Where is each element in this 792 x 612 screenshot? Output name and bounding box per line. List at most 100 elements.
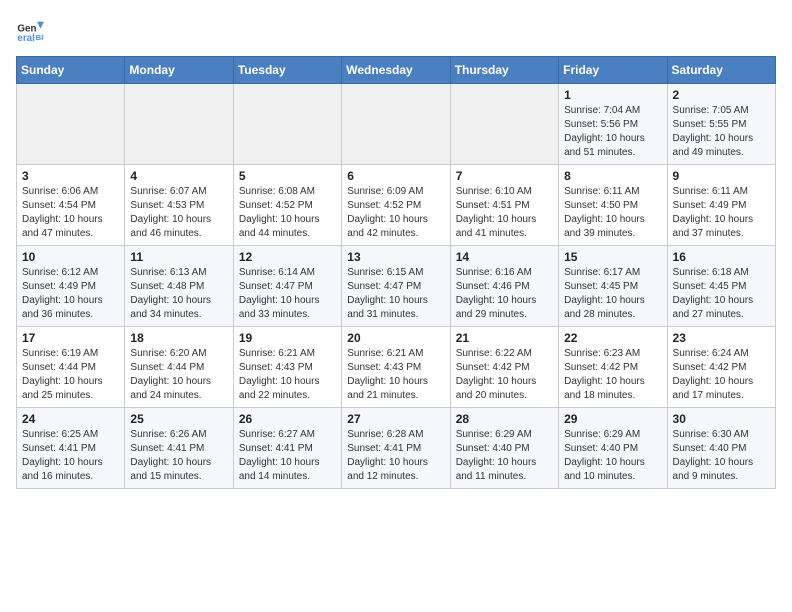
logo: Gen eral Blue <box>16 16 48 44</box>
day-number: 2 <box>673 88 770 102</box>
day-info: Sunrise: 6:24 AM Sunset: 4:42 PM Dayligh… <box>673 347 770 403</box>
day-info: Sunrise: 6:21 AM Sunset: 4:43 PM Dayligh… <box>347 347 444 403</box>
week-row-1: 1 Sunrise: 7:04 AM Sunset: 5:56 PM Daylig… <box>17 84 776 165</box>
calendar-cell: 30 Sunrise: 6:30 AM Sunset: 4:40 PM Dayli… <box>667 408 775 489</box>
day-number: 6 <box>347 169 444 183</box>
calendar-cell: 2 Sunrise: 7:05 AM Sunset: 5:55 PM Daylig… <box>667 84 775 165</box>
day-number: 24 <box>22 412 119 426</box>
calendar-cell: 27 Sunrise: 6:28 AM Sunset: 4:41 PM Dayli… <box>342 408 450 489</box>
calendar-cell: 15Sunrise: 6:17 AM Sunset: 4:45 PM Dayli… <box>559 246 667 327</box>
header: Gen eral Blue <box>16 16 776 44</box>
day-number: 29 <box>564 412 661 426</box>
day-info: Sunrise: 6:26 AM Sunset: 4:41 PM Dayligh… <box>130 428 227 484</box>
day-info: Sunrise: 6:14 AM Sunset: 4:47 PM Dayligh… <box>239 266 336 322</box>
day-info: Sunrise: 6:30 AM Sunset: 4:40 PM Dayligh… <box>673 428 770 484</box>
weekday-header-monday: Monday <box>125 57 233 84</box>
day-number: 21 <box>456 331 553 345</box>
day-info: Sunrise: 6:21 AM Sunset: 4:43 PM Dayligh… <box>239 347 336 403</box>
calendar-cell: 5 Sunrise: 6:08 AM Sunset: 4:52 PM Daylig… <box>233 165 341 246</box>
day-info: Sunrise: 6:09 AM Sunset: 4:52 PM Dayligh… <box>347 185 444 241</box>
calendar-cell: 24 Sunrise: 6:25 AM Sunset: 4:41 PM Dayli… <box>17 408 125 489</box>
calendar-cell: 21 Sunrise: 6:22 AM Sunset: 4:42 PM Dayli… <box>450 327 558 408</box>
calendar-cell: 9Sunrise: 6:11 AM Sunset: 4:49 PM Daylig… <box>667 165 775 246</box>
day-info: Sunrise: 6:23 AM Sunset: 4:42 PM Dayligh… <box>564 347 661 403</box>
day-number: 27 <box>347 412 444 426</box>
calendar-cell: 26 Sunrise: 6:27 AM Sunset: 4:41 PM Dayli… <box>233 408 341 489</box>
day-info: Sunrise: 6:11 AM Sunset: 4:50 PM Dayligh… <box>564 185 661 241</box>
calendar-header-row: SundayMondayTuesdayWednesdayThursdayFrid… <box>17 57 776 84</box>
calendar-cell: 4 Sunrise: 6:07 AM Sunset: 4:53 PM Daylig… <box>125 165 233 246</box>
calendar-cell: 16 Sunrise: 6:18 AM Sunset: 4:45 PM Dayli… <box>667 246 775 327</box>
calendar-cell <box>450 84 558 165</box>
day-info: Sunrise: 6:10 AM Sunset: 4:51 PM Dayligh… <box>456 185 553 241</box>
calendar-cell: 18Sunrise: 6:20 AM Sunset: 4:44 PM Dayli… <box>125 327 233 408</box>
calendar-cell <box>17 84 125 165</box>
weekday-header-tuesday: Tuesday <box>233 57 341 84</box>
day-number: 10 <box>22 250 119 264</box>
calendar-cell <box>342 84 450 165</box>
day-info: Sunrise: 6:20 AM Sunset: 4:44 PM Dayligh… <box>130 347 227 403</box>
calendar-cell: 1 Sunrise: 7:04 AM Sunset: 5:56 PM Daylig… <box>559 84 667 165</box>
calendar-cell: 10Sunrise: 6:12 AM Sunset: 4:49 PM Dayli… <box>17 246 125 327</box>
day-number: 4 <box>130 169 227 183</box>
calendar-cell: 8 Sunrise: 6:11 AM Sunset: 4:50 PM Daylig… <box>559 165 667 246</box>
day-info: Sunrise: 7:04 AM Sunset: 5:56 PM Dayligh… <box>564 104 661 160</box>
day-info: Sunrise: 6:06 AM Sunset: 4:54 PM Dayligh… <box>22 185 119 241</box>
day-number: 17 <box>22 331 119 345</box>
calendar-cell: 13Sunrise: 6:15 AM Sunset: 4:47 PM Dayli… <box>342 246 450 327</box>
day-number: 19 <box>239 331 336 345</box>
day-number: 20 <box>347 331 444 345</box>
day-number: 8 <box>564 169 661 183</box>
calendar-cell: 7 Sunrise: 6:10 AM Sunset: 4:51 PM Daylig… <box>450 165 558 246</box>
calendar-cell: 20 Sunrise: 6:21 AM Sunset: 4:43 PM Dayli… <box>342 327 450 408</box>
calendar-cell <box>125 84 233 165</box>
day-info: Sunrise: 6:29 AM Sunset: 4:40 PM Dayligh… <box>456 428 553 484</box>
week-row-4: 17 Sunrise: 6:19 AM Sunset: 4:44 PM Dayli… <box>17 327 776 408</box>
svg-text:Blue: Blue <box>36 33 44 42</box>
day-number: 7 <box>456 169 553 183</box>
calendar-cell: 19 Sunrise: 6:21 AM Sunset: 4:43 PM Dayli… <box>233 327 341 408</box>
day-info: Sunrise: 6:16 AM Sunset: 4:46 PM Dayligh… <box>456 266 553 322</box>
logo-icon: Gen eral Blue <box>16 16 44 44</box>
calendar-cell: 29 Sunrise: 6:29 AM Sunset: 4:40 PM Dayli… <box>559 408 667 489</box>
week-row-2: 3 Sunrise: 6:06 AM Sunset: 4:54 PM Daylig… <box>17 165 776 246</box>
day-info: Sunrise: 6:28 AM Sunset: 4:41 PM Dayligh… <box>347 428 444 484</box>
calendar-cell: 14 Sunrise: 6:16 AM Sunset: 4:46 PM Dayli… <box>450 246 558 327</box>
calendar-cell: 3 Sunrise: 6:06 AM Sunset: 4:54 PM Daylig… <box>17 165 125 246</box>
day-info: Sunrise: 6:18 AM Sunset: 4:45 PM Dayligh… <box>673 266 770 322</box>
day-info: Sunrise: 6:22 AM Sunset: 4:42 PM Dayligh… <box>456 347 553 403</box>
calendar-cell: 6 Sunrise: 6:09 AM Sunset: 4:52 PM Daylig… <box>342 165 450 246</box>
calendar-cell: 23Sunrise: 6:24 AM Sunset: 4:42 PM Dayli… <box>667 327 775 408</box>
day-number: 1 <box>564 88 661 102</box>
day-info: Sunrise: 6:25 AM Sunset: 4:41 PM Dayligh… <box>22 428 119 484</box>
calendar-cell: 12Sunrise: 6:14 AM Sunset: 4:47 PM Dayli… <box>233 246 341 327</box>
calendar-body: 1 Sunrise: 7:04 AM Sunset: 5:56 PM Daylig… <box>17 84 776 489</box>
svg-text:eral: eral <box>17 33 35 44</box>
calendar-cell: 28 Sunrise: 6:29 AM Sunset: 4:40 PM Dayli… <box>450 408 558 489</box>
day-number: 14 <box>456 250 553 264</box>
day-number: 5 <box>239 169 336 183</box>
calendar-cell: 11 Sunrise: 6:13 AM Sunset: 4:48 PM Dayli… <box>125 246 233 327</box>
day-number: 11 <box>130 250 227 264</box>
calendar-cell: 17 Sunrise: 6:19 AM Sunset: 4:44 PM Dayli… <box>17 327 125 408</box>
calendar-cell <box>233 84 341 165</box>
day-info: Sunrise: 6:19 AM Sunset: 4:44 PM Dayligh… <box>22 347 119 403</box>
day-info: Sunrise: 6:17 AM Sunset: 4:45 PM Dayligh… <box>564 266 661 322</box>
calendar: SundayMondayTuesdayWednesdayThursdayFrid… <box>16 56 776 489</box>
day-number: 3 <box>22 169 119 183</box>
day-number: 28 <box>456 412 553 426</box>
day-number: 9 <box>673 169 770 183</box>
day-info: Sunrise: 6:27 AM Sunset: 4:41 PM Dayligh… <box>239 428 336 484</box>
day-number: 22 <box>564 331 661 345</box>
day-info: Sunrise: 6:07 AM Sunset: 4:53 PM Dayligh… <box>130 185 227 241</box>
week-row-3: 10Sunrise: 6:12 AM Sunset: 4:49 PM Dayli… <box>17 246 776 327</box>
weekday-header-saturday: Saturday <box>667 57 775 84</box>
day-number: 16 <box>673 250 770 264</box>
day-info: Sunrise: 6:08 AM Sunset: 4:52 PM Dayligh… <box>239 185 336 241</box>
day-number: 30 <box>673 412 770 426</box>
day-number: 26 <box>239 412 336 426</box>
day-info: Sunrise: 6:13 AM Sunset: 4:48 PM Dayligh… <box>130 266 227 322</box>
day-info: Sunrise: 6:29 AM Sunset: 4:40 PM Dayligh… <box>564 428 661 484</box>
day-info: Sunrise: 7:05 AM Sunset: 5:55 PM Dayligh… <box>673 104 770 160</box>
weekday-header-wednesday: Wednesday <box>342 57 450 84</box>
